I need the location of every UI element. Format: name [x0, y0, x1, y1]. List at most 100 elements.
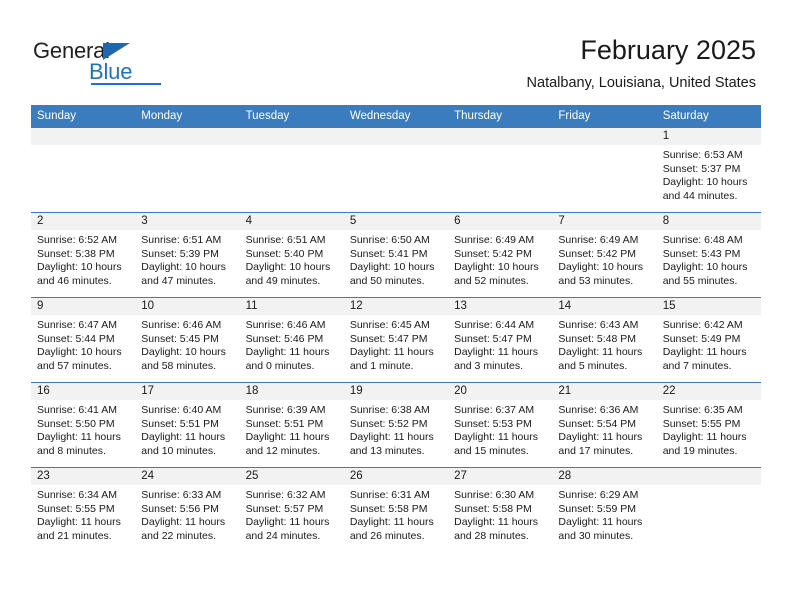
calendar-cell-day[interactable]: 22 Sunrise: 6:35 AM Sunset: 5:55 PM Dayligh… — [656, 382, 761, 468]
sunset-text: Sunset: 5:58 PM — [454, 502, 532, 515]
logo-text-blue: Blue — [89, 59, 133, 84]
day-number: 22 — [656, 383, 761, 400]
sunrise-text: Sunrise: 6:53 AM — [662, 149, 743, 161]
day-number: 3 — [135, 213, 240, 230]
calendar-week-row: 23 Sunrise: 6:34 AM Sunset: 5:55 PM Dayligh… — [31, 467, 761, 552]
calendar-cell-inner: 10 Sunrise: 6:46 AM Sunset: 5:45 PM Dayligh… — [135, 298, 240, 382]
calendar-cell-inner: 14 Sunrise: 6:43 AM Sunset: 5:48 PM Dayligh… — [552, 298, 657, 382]
day-number: 4 — [239, 213, 344, 230]
calendar-cell-day[interactable]: 15 Sunrise: 6:42 AM Sunset: 5:49 PM Dayligh… — [656, 297, 761, 383]
daylight-text: Daylight: 10 hours and 57 minutes. — [37, 346, 122, 372]
day-number: 15 — [656, 298, 761, 315]
calendar-cell-day[interactable]: 16 Sunrise: 6:41 AM Sunset: 5:50 PM Dayligh… — [31, 382, 136, 468]
sunset-text: Sunset: 5:55 PM — [662, 417, 741, 430]
calendar-cell-day[interactable]: 20 Sunrise: 6:37 AM Sunset: 5:53 PM Dayligh… — [448, 382, 553, 468]
daylight-text: Daylight: 10 hours and 55 minutes. — [662, 261, 748, 287]
calendar-cell-day[interactable]: 24 Sunrise: 6:33 AM Sunset: 5:56 PM Dayligh… — [135, 467, 240, 552]
calendar-cell-day[interactable]: 25 Sunrise: 6:32 AM Sunset: 5:57 PM Dayligh… — [239, 467, 344, 552]
calendar-cell-day[interactable]: 13 Sunrise: 6:44 AM Sunset: 5:47 PM Dayligh… — [448, 297, 553, 383]
calendar-cell-day[interactable]: 23 Sunrise: 6:34 AM Sunset: 5:55 PM Dayligh… — [31, 467, 136, 552]
day-details: Sunrise: 6:33 AM Sunset: 5:56 PM Daylight:… — [135, 485, 239, 543]
sunrise-text: Sunrise: 6:40 AM — [141, 404, 222, 416]
day-details: Sunrise: 6:35 AM Sunset: 5:55 PM Daylight:… — [657, 400, 761, 458]
calendar-cell-day[interactable]: 28 Sunrise: 6:29 AM Sunset: 5:59 PM Dayligh… — [552, 467, 657, 552]
sunrise-text: Sunrise: 6:46 AM — [141, 319, 222, 331]
day-number: 13 — [448, 298, 553, 315]
sunset-text: Sunset: 5:45 PM — [141, 332, 219, 345]
day-number: 10 — [135, 298, 240, 315]
sunrise-text: Sunrise: 6:39 AM — [245, 404, 326, 416]
sunset-text: Sunset: 5:39 PM — [141, 247, 219, 260]
calendar-cell-day[interactable]: 7 Sunrise: 6:49 AM Sunset: 5:42 PM Daylight… — [552, 212, 657, 298]
sunrise-text: Sunrise: 6:48 AM — [662, 234, 743, 246]
calendar-cell-day[interactable]: 2 Sunrise: 6:52 AM Sunset: 5:38 PM Daylight… — [31, 212, 136, 298]
daylight-text: Daylight: 11 hours and 0 minutes. — [245, 346, 330, 372]
daylight-text: Daylight: 11 hours and 13 minutes. — [349, 431, 434, 457]
calendar-cell-day[interactable]: 1 Sunrise: 6:53 AM Sunset: 5:37 PM Daylight… — [656, 127, 761, 213]
daylight-text: Daylight: 11 hours and 3 minutes. — [454, 346, 538, 372]
calendar-cell-day[interactable]: 14 Sunrise: 6:43 AM Sunset: 5:48 PM Dayligh… — [552, 297, 657, 383]
day-number: 12 — [343, 298, 449, 315]
sunset-text: Sunset: 5:56 PM — [141, 502, 219, 515]
calendar-cell-inner: 6 Sunrise: 6:49 AM Sunset: 5:42 PM Daylight… — [448, 213, 553, 297]
day-details: Sunrise: 6:53 AM Sunset: 5:37 PM Daylight:… — [657, 145, 761, 203]
daylight-text: Daylight: 11 hours and 10 minutes. — [141, 431, 226, 457]
calendar-cell-day[interactable]: 21 Sunrise: 6:36 AM Sunset: 5:54 PM Dayligh… — [552, 382, 657, 468]
calendar-cell-inner: 2 Sunrise: 6:52 AM Sunset: 5:38 PM Daylight… — [31, 213, 136, 297]
calendar-cell-inner: 21 Sunrise: 6:36 AM Sunset: 5:54 PM Dayligh… — [552, 383, 657, 467]
calendar-cell-day[interactable]: 10 Sunrise: 6:46 AM Sunset: 5:45 PM Dayligh… — [135, 297, 240, 383]
day-details: Sunrise: 6:30 AM Sunset: 5:58 PM Daylight:… — [448, 485, 552, 543]
calendar-cell-empty — [31, 127, 136, 213]
day-number — [448, 128, 553, 145]
day-details: Sunrise: 6:47 AM Sunset: 5:44 PM Daylight:… — [31, 315, 135, 373]
sunrise-text: Sunrise: 6:29 AM — [558, 489, 639, 501]
calendar-cell-inner: 17 Sunrise: 6:40 AM Sunset: 5:51 PM Dayligh… — [135, 383, 240, 467]
day-number — [552, 128, 657, 145]
calendar-cell-inner: 25 Sunrise: 6:32 AM Sunset: 5:57 PM Dayligh… — [239, 468, 344, 552]
day-details: Sunrise: 6:51 AM Sunset: 5:39 PM Daylight:… — [135, 230, 239, 288]
sunrise-text: Sunrise: 6:43 AM — [558, 319, 639, 331]
sunset-text: Sunset: 5:42 PM — [454, 247, 532, 260]
daylight-text: Daylight: 11 hours and 22 minutes. — [141, 516, 226, 542]
sunrise-text: Sunrise: 6:38 AM — [349, 404, 430, 416]
day-details: Sunrise: 6:50 AM Sunset: 5:41 PM Daylight:… — [344, 230, 448, 288]
calendar-cell-day[interactable]: 5 Sunrise: 6:50 AM Sunset: 5:41 PM Daylight… — [343, 212, 449, 298]
calendar-cell-day[interactable]: 12 Sunrise: 6:45 AM Sunset: 5:47 PM Dayligh… — [343, 297, 449, 383]
calendar-cell-day[interactable]: 19 Sunrise: 6:38 AM Sunset: 5:52 PM Dayligh… — [343, 382, 449, 468]
calendar-header-row: Sunday Monday Tuesday Wednesday Thursday… — [31, 105, 761, 128]
calendar-cell-inner: 19 Sunrise: 6:38 AM Sunset: 5:52 PM Dayligh… — [343, 383, 449, 467]
day-number: 28 — [552, 468, 657, 485]
calendar-cell-day[interactable]: 11 Sunrise: 6:46 AM Sunset: 5:46 PM Dayligh… — [239, 297, 344, 383]
sunrise-text: Sunrise: 6:52 AM — [37, 234, 117, 246]
calendar-cell-day[interactable]: 18 Sunrise: 6:39 AM Sunset: 5:51 PM Dayligh… — [239, 382, 344, 468]
day-details: Sunrise: 6:49 AM Sunset: 5:42 PM Daylight:… — [552, 230, 656, 288]
calendar-week-row: 9 Sunrise: 6:47 AM Sunset: 5:44 PM Daylight… — [31, 297, 761, 383]
day-number: 2 — [31, 213, 136, 230]
calendar-cell-day[interactable]: 17 Sunrise: 6:40 AM Sunset: 5:51 PM Dayligh… — [135, 382, 240, 468]
weekday-header-thursday: Thursday — [448, 105, 553, 128]
calendar-cell-inner: 8 Sunrise: 6:48 AM Sunset: 5:43 PM Daylight… — [656, 213, 761, 297]
day-number: 16 — [31, 383, 136, 400]
day-details: Sunrise: 6:32 AM Sunset: 5:57 PM Daylight:… — [240, 485, 344, 543]
calendar-cell-inner: 23 Sunrise: 6:34 AM Sunset: 5:55 PM Dayligh… — [31, 468, 136, 552]
day-details: Sunrise: 6:39 AM Sunset: 5:51 PM Daylight:… — [240, 400, 344, 458]
calendar-cell-empty — [448, 127, 553, 213]
calendar-cell-day[interactable]: 27 Sunrise: 6:30 AM Sunset: 5:58 PM Dayligh… — [448, 467, 553, 552]
calendar-cell-inner: 24 Sunrise: 6:33 AM Sunset: 5:56 PM Dayligh… — [135, 468, 240, 552]
calendar-cell-day[interactable]: 26 Sunrise: 6:31 AM Sunset: 5:58 PM Dayligh… — [343, 467, 449, 552]
sunrise-text: Sunrise: 6:41 AM — [37, 404, 117, 416]
calendar-cell-day[interactable]: 6 Sunrise: 6:49 AM Sunset: 5:42 PM Daylight… — [448, 212, 553, 298]
sunrise-text: Sunrise: 6:47 AM — [37, 319, 117, 331]
sunrise-text: Sunrise: 6:35 AM — [662, 404, 743, 416]
day-number: 8 — [656, 213, 761, 230]
calendar-cell-day[interactable]: 3 Sunrise: 6:51 AM Sunset: 5:39 PM Daylight… — [135, 212, 240, 298]
calendar-cell-day[interactable]: 8 Sunrise: 6:48 AM Sunset: 5:43 PM Daylight… — [656, 212, 761, 298]
calendar-cell-day[interactable]: 4 Sunrise: 6:51 AM Sunset: 5:40 PM Daylight… — [239, 212, 344, 298]
sunrise-text: Sunrise: 6:31 AM — [349, 489, 430, 501]
daylight-text: Daylight: 11 hours and 24 minutes. — [245, 516, 330, 542]
calendar-cell-day[interactable]: 9 Sunrise: 6:47 AM Sunset: 5:44 PM Daylight… — [31, 297, 136, 383]
calendar-cell-inner — [343, 128, 449, 212]
sunset-text: Sunset: 5:38 PM — [37, 247, 115, 260]
day-number: 6 — [448, 213, 553, 230]
generalblue-logo[interactable]: General Blue — [33, 38, 213, 86]
